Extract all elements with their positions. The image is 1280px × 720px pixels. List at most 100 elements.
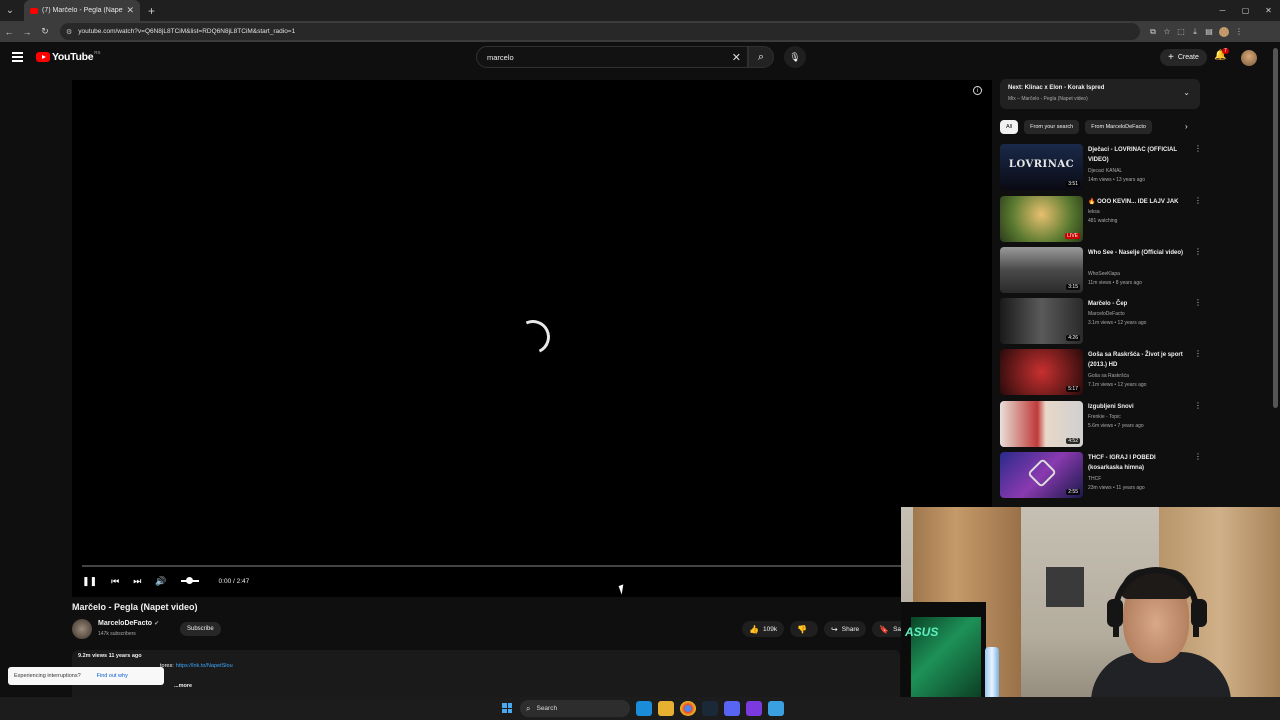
subscribe-button[interactable]: Subscribe — [180, 622, 221, 636]
steam-icon[interactable] — [702, 701, 718, 716]
recommendation-channel: Goša sa Raskršća — [1088, 373, 1129, 379]
recommendation-item[interactable]: 4:52 Izgubljeni Snovi Frenkie - Topic 5.… — [1000, 401, 1202, 449]
chip-from-channel[interactable]: From MarceloDeFacto — [1085, 120, 1152, 134]
previous-icon[interactable]: ⏮ — [111, 576, 119, 587]
recommendation-title: Dječaci - LOVRINAC (OFFICIAL VIDEO) — [1088, 147, 1177, 163]
next-icon[interactable]: ⏭ — [133, 576, 141, 587]
minimize-icon[interactable]: ─ — [1211, 0, 1234, 21]
recommendation-channel: THCF — [1088, 476, 1102, 482]
duration-badge: 3:51 — [1066, 181, 1080, 187]
video-thumbnail[interactable]: 5:17 — [1000, 349, 1083, 395]
search-input[interactable]: marcelo ✕ — [476, 46, 748, 68]
video-player[interactable]: i ❚❚ ⏮ ⏭ 🔊 0:00 / 2:47 ⎚ ⚙ — [72, 80, 992, 597]
volume-slider[interactable] — [180, 577, 199, 584]
voice-search-icon[interactable]: 🎙 — [784, 46, 806, 68]
channel-name[interactable]: MarceloDeFacto ✔ — [98, 620, 159, 627]
recommendation-views: 3.1m views • 12 years ago — [1088, 320, 1147, 326]
discord-icon[interactable] — [724, 701, 740, 716]
asus-logo: ASUS — [905, 625, 939, 639]
progress-bar[interactable] — [82, 565, 982, 567]
create-button[interactable]: + Create — [1160, 49, 1207, 66]
video-thumbnail[interactable]: 3:15 — [1000, 247, 1083, 293]
show-more-link[interactable]: ...more — [174, 683, 192, 689]
user-avatar[interactable] — [1241, 50, 1257, 66]
headset-ear-left — [1107, 599, 1123, 627]
share-button[interactable]: ↪ Share — [824, 621, 867, 637]
chip-all[interactable]: All — [1000, 120, 1019, 134]
chevron-right-icon[interactable]: › — [1185, 122, 1188, 131]
sidebar-icon[interactable]: ▤ — [1202, 27, 1216, 37]
description-line: tores: https://lnk.to/NapetSlou — [160, 663, 233, 669]
more-options-icon[interactable]: ⋮ — [1194, 144, 1202, 153]
chevron-down-icon[interactable]: ⌄ — [1183, 88, 1190, 97]
more-options-icon[interactable]: ⋮ — [1194, 196, 1202, 205]
volume-icon[interactable]: 🔊 — [155, 576, 166, 587]
description-link[interactable]: https://lnk.to/NapetSlou — [176, 663, 233, 669]
clear-search-icon[interactable]: ✕ — [732, 51, 741, 64]
recommendation-views: 14m views • 13 years ago — [1088, 177, 1146, 183]
channel-name-text[interactable]: MarceloDeFacto — [98, 620, 152, 627]
taskbar-search-label: Search — [536, 705, 558, 712]
youtube-logo[interactable]: YouTube RS — [36, 50, 101, 63]
recommendation-item[interactable]: 3:15 Who See - Naselje (Official video) … — [1000, 247, 1202, 295]
close-window-icon[interactable]: ✕ — [1257, 0, 1280, 21]
extensions-icon[interactable]: ⬚ — [1174, 27, 1188, 37]
video-thumbnail[interactable]: 4:26 — [1000, 298, 1083, 344]
windows-start-icon[interactable] — [502, 703, 512, 713]
app-icon[interactable] — [746, 701, 762, 716]
video-thumbnail[interactable]: LIVE — [1000, 196, 1083, 242]
recommendation-item[interactable]: 5:17 Goša sa Raskršća - Život je sport (… — [1000, 349, 1202, 397]
browser-tab[interactable]: (7) Marčelo - Pegla (Napet video) ✕ — [24, 0, 140, 21]
view-count-date: 9.2m views 11 years ago — [78, 653, 142, 659]
chrome-icon[interactable] — [680, 701, 696, 716]
tab-search-icon[interactable]: ⌄ — [0, 5, 20, 16]
hamburger-menu-icon[interactable] — [12, 52, 23, 64]
like-button[interactable]: 👍 109k — [742, 621, 785, 637]
edge-icon[interactable] — [636, 701, 652, 716]
recommendation-views: 7.1m views • 12 years ago — [1088, 382, 1147, 388]
taskbar-search[interactable]: ⌕ Search — [520, 700, 630, 717]
reload-icon[interactable]: ↻ — [36, 26, 54, 37]
recommendation-item[interactable]: 4:26 Marčelo - Čep MarceloDeFacto 3.1m v… — [1000, 298, 1202, 346]
playlist-next-panel[interactable]: Next: Klinac x Elon - Korak Ispred Mix –… — [1000, 79, 1200, 109]
more-options-icon[interactable]: ⋮ — [1194, 349, 1202, 358]
video-thumbnail[interactable]: 2:55 — [1000, 452, 1083, 498]
forward-icon[interactable]: → — [18, 27, 36, 37]
recommendation-item[interactable]: LOVRINAC 3:51 Dječaci - LOVRINAC (OFFICI… — [1000, 144, 1202, 192]
new-tab-icon[interactable]: + — [148, 4, 155, 18]
pause-icon[interactable]: ❚❚ — [82, 576, 97, 587]
dislike-button[interactable]: 👎 — [790, 621, 819, 637]
more-options-icon[interactable]: ⋮ — [1194, 298, 1202, 307]
bookmark-star-icon[interactable]: ☆ — [1160, 27, 1174, 37]
download-icon[interactable]: ⤓ — [1188, 27, 1202, 37]
find-out-why-link[interactable]: Find out why — [97, 673, 128, 679]
recommendation-item[interactable]: 2:55 THCF - IGRAJ I POBEDI (kosarkaska h… — [1000, 452, 1202, 500]
more-options-icon[interactable]: ⋮ — [1194, 452, 1202, 461]
thumbs-up-icon: 👍 — [749, 624, 759, 634]
address-bar[interactable]: ⚙ youtube.com/watch?v=Q6N8jL8TCiM&list=R… — [60, 23, 1140, 40]
menu-kebab-icon[interactable]: ⋮ — [1232, 27, 1246, 37]
webcam-board — [1046, 567, 1084, 607]
file-explorer-icon[interactable] — [658, 701, 674, 716]
video-thumbnail[interactable]: LOVRINAC 3:51 — [1000, 144, 1083, 190]
page-scrollbar[interactable] — [1273, 48, 1278, 408]
description-box[interactable] — [72, 650, 900, 702]
more-options-icon[interactable]: ⋮ — [1194, 401, 1202, 410]
info-icon[interactable]: i — [973, 86, 982, 95]
app-icon-2[interactable] — [768, 701, 784, 716]
recommendation-title: Who See - Naselje (Official video) — [1088, 250, 1184, 256]
install-app-icon[interactable]: ⧉ — [1146, 27, 1160, 37]
search-button[interactable]: ⌕ — [748, 46, 774, 68]
duration-badge: 4:26 — [1066, 335, 1080, 341]
tab-close-icon[interactable]: ✕ — [126, 5, 134, 16]
profile-avatar[interactable] — [1219, 26, 1229, 37]
video-thumbnail[interactable]: 4:52 — [1000, 401, 1083, 447]
chip-from-search[interactable]: From your search — [1024, 120, 1080, 134]
recommendation-item[interactable]: LIVE 🔥 OOO KEVIN... IDE LAJV JAK leksa 4… — [1000, 196, 1202, 244]
back-icon[interactable]: ← — [0, 27, 18, 37]
more-options-icon[interactable]: ⋮ — [1194, 247, 1202, 256]
site-info-icon[interactable]: ⚙ — [66, 28, 72, 36]
verified-icon: ✔ — [154, 621, 160, 627]
channel-avatar[interactable] — [72, 619, 92, 639]
maximize-icon[interactable]: ▢ — [1234, 0, 1257, 21]
